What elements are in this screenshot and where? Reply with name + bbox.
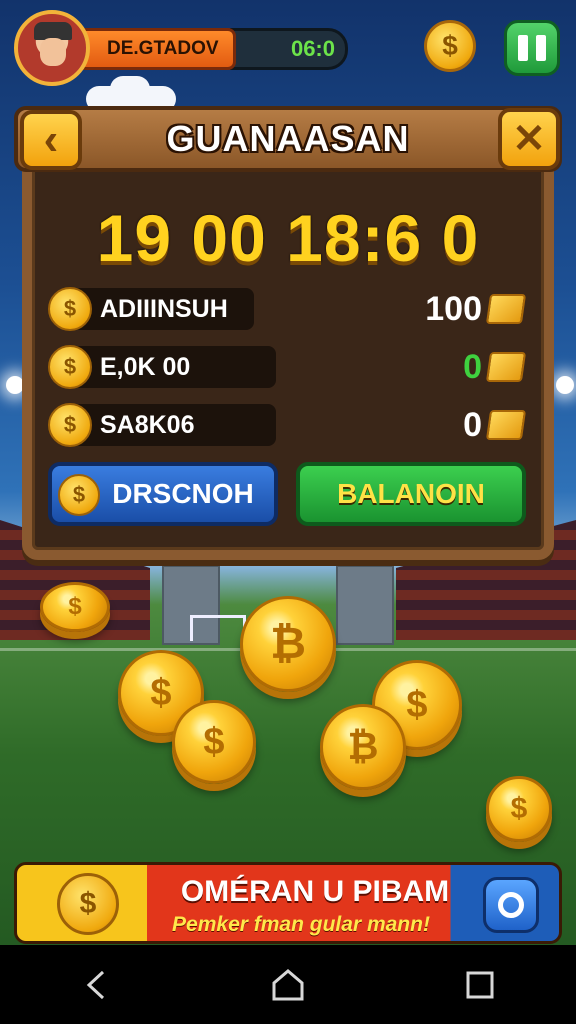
reward-label: E,0K 00 — [100, 352, 191, 381]
dollar-coin-icon: $ — [57, 873, 119, 935]
close-icon: ✕ — [512, 117, 546, 161]
gold-bar-icon — [485, 410, 527, 440]
gold-bar-icon — [485, 352, 527, 382]
reward-label: SA8K06 — [100, 410, 195, 439]
dollar-coin-icon: $ — [442, 30, 458, 61]
nav-recents-button[interactable] — [450, 955, 510, 1015]
coin-icon: $ — [48, 345, 92, 389]
bitcoin-coin-icon: ₿ — [240, 596, 336, 692]
home-icon — [272, 968, 304, 1000]
reward-row: SA8K06 $ 0 — [48, 403, 528, 447]
coin-icon: $ — [58, 474, 100, 516]
reward-row: ADIIINSUH $ 100 — [48, 287, 528, 331]
coin-icon: $ — [48, 287, 92, 331]
stadium-light — [556, 376, 574, 394]
face-icon — [40, 38, 66, 66]
promo-subtitle: Pemker fman gular mann! — [172, 913, 430, 936]
dollar-coin-icon: $ — [40, 582, 110, 632]
nav-home-button[interactable] — [258, 955, 318, 1015]
reward-value: 0 — [463, 405, 482, 444]
cloud — [110, 76, 150, 102]
player-name: DE.GTADOV — [107, 38, 219, 59]
promo-title: OMÉRAN U PIBAM — [180, 875, 450, 908]
pause-icon — [518, 35, 528, 61]
player-name-bar: DE.GTADOV — [70, 28, 236, 70]
recents-icon — [466, 971, 494, 998]
pause-button[interactable] — [504, 20, 560, 76]
panel-header: GUANAASAN — [14, 106, 562, 172]
bitcoin-coin-icon: ₿ — [320, 704, 406, 790]
timer-value: 06:0 — [290, 36, 335, 61]
nav-back-button[interactable] — [66, 955, 126, 1015]
balance-button-label: BALANOIN — [337, 478, 485, 509]
player-avatar[interactable] — [14, 10, 90, 86]
discount-button[interactable]: $ DRSCNOH — [48, 462, 278, 526]
system-nav-bar — [0, 945, 576, 1024]
score-display: 19 00 18:6 0 — [96, 201, 480, 275]
gold-bar-icon — [485, 294, 527, 324]
close-button[interactable]: ✕ — [498, 108, 560, 170]
dollar-coin-icon: $ — [486, 776, 552, 842]
balance-button[interactable]: BALANOIN — [296, 462, 526, 526]
reward-row: E,0K 00 $ 0 — [48, 345, 528, 389]
stadium-tower — [336, 565, 394, 645]
chevron-left-icon: ‹ — [43, 115, 59, 164]
target-icon — [498, 892, 524, 918]
panel-title: GUANAASAN — [166, 118, 410, 159]
pause-icon — [536, 35, 546, 61]
dollar-coin-icon: $ — [172, 700, 256, 784]
reward-value: 0 — [463, 347, 482, 386]
promo-banner[interactable]: $ OMÉRAN U PIBAM Pemker fman gular mann! — [14, 862, 562, 944]
reward-value: 100 — [425, 289, 482, 328]
back-arrow-icon — [86, 970, 105, 999]
back-button[interactable]: ‹ — [20, 110, 82, 170]
coin-shop-button[interactable]: $ — [424, 20, 476, 72]
promo-action-button[interactable] — [483, 877, 539, 933]
reward-label: ADIIINSUH — [100, 294, 228, 323]
coin-icon: $ — [48, 403, 92, 447]
discount-button-label: DRSCNOH — [112, 478, 254, 509]
goal-post — [190, 615, 246, 641]
timer-display: 06:0 — [230, 28, 348, 70]
